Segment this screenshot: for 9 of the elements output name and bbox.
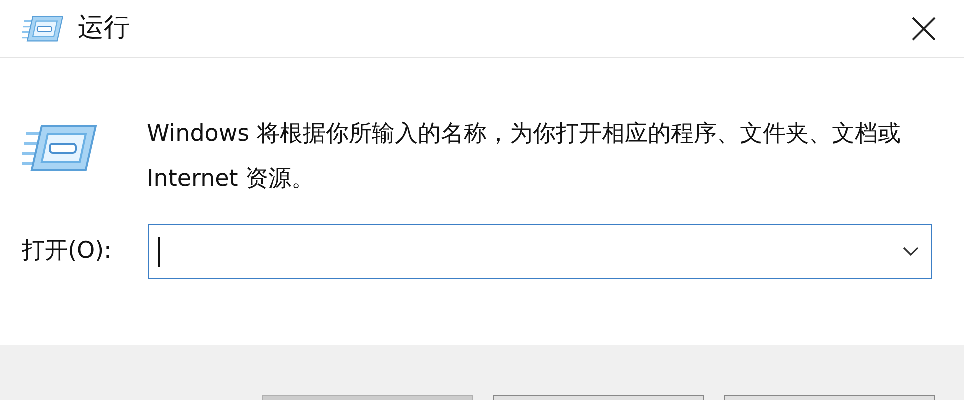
description-text: Windows 将根据你所输入的名称，为你打开相应的程序、文件夹、文档或 Internet 资源。 bbox=[147, 120, 902, 194]
open-combobox[interactable] bbox=[148, 224, 932, 279]
text-caret bbox=[158, 236, 160, 266]
run-icon bbox=[22, 14, 64, 44]
chevron-down-icon bbox=[903, 246, 919, 256]
run-icon bbox=[22, 122, 98, 174]
close-icon bbox=[911, 16, 937, 42]
open-label: 打开(O): bbox=[22, 237, 113, 266]
window-title: 运行 bbox=[78, 12, 130, 45]
